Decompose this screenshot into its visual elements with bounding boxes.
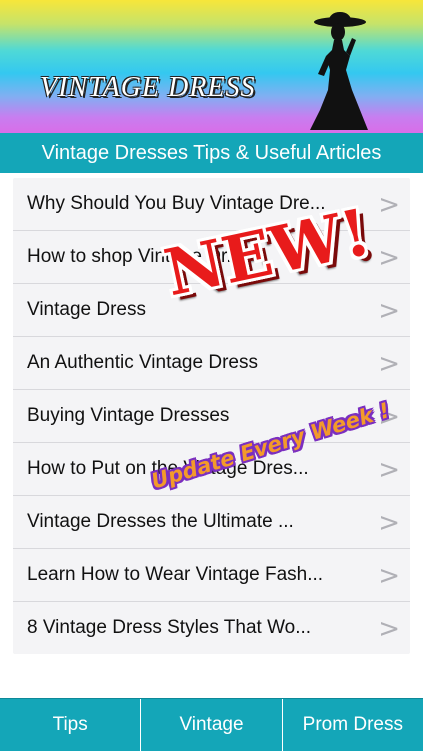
app-banner: VINTAGE DRESS bbox=[0, 0, 423, 133]
chevron-right-icon: > bbox=[378, 455, 400, 485]
chevron-right-icon: > bbox=[378, 243, 400, 273]
list-item[interactable]: Vintage Dresses the Ultimate ... > bbox=[13, 496, 410, 549]
tab-bar: Tips Vintage Prom Dress bbox=[0, 698, 423, 751]
chevron-right-icon: > bbox=[378, 561, 400, 591]
chevron-right-icon: > bbox=[378, 614, 400, 644]
chevron-right-icon: > bbox=[378, 508, 400, 538]
list-item-label: Vintage Dresses the Ultimate ... bbox=[27, 511, 294, 532]
tab-label: Prom Dress bbox=[302, 714, 403, 735]
list-item-label: An Authentic Vintage Dress bbox=[27, 352, 258, 373]
list-item-label: 8 Vintage Dress Styles That Wo... bbox=[27, 617, 312, 638]
list-item-label: Buying Vintage Dresses bbox=[27, 405, 230, 426]
list-item[interactable]: Learn How to Wear Vintage Fash... > bbox=[13, 549, 410, 602]
header-title: Vintage Dresses Tips & Useful Articles bbox=[41, 141, 382, 164]
list-item[interactable]: An Authentic Vintage Dress > bbox=[13, 337, 410, 390]
tab-label: Vintage bbox=[179, 714, 244, 735]
chevron-right-icon: > bbox=[378, 296, 400, 326]
tab-tips[interactable]: Tips bbox=[0, 699, 142, 751]
tab-label: Tips bbox=[52, 714, 88, 735]
header-bar: Vintage Dresses Tips & Useful Articles bbox=[0, 133, 423, 173]
tab-vintage[interactable]: Vintage bbox=[141, 699, 283, 751]
tab-prom-dress[interactable]: Prom Dress bbox=[283, 699, 423, 751]
list-item[interactable]: 8 Vintage Dress Styles That Wo... > bbox=[13, 602, 410, 654]
chevron-right-icon: > bbox=[378, 349, 400, 379]
dress-lady-silhouette-icon bbox=[310, 12, 368, 130]
list-item-label: Learn How to Wear Vintage Fash... bbox=[27, 564, 324, 585]
chevron-right-icon: > bbox=[378, 190, 400, 220]
list-item-label: Vintage Dress bbox=[27, 299, 146, 320]
app-title: VINTAGE DRESS bbox=[40, 72, 256, 103]
